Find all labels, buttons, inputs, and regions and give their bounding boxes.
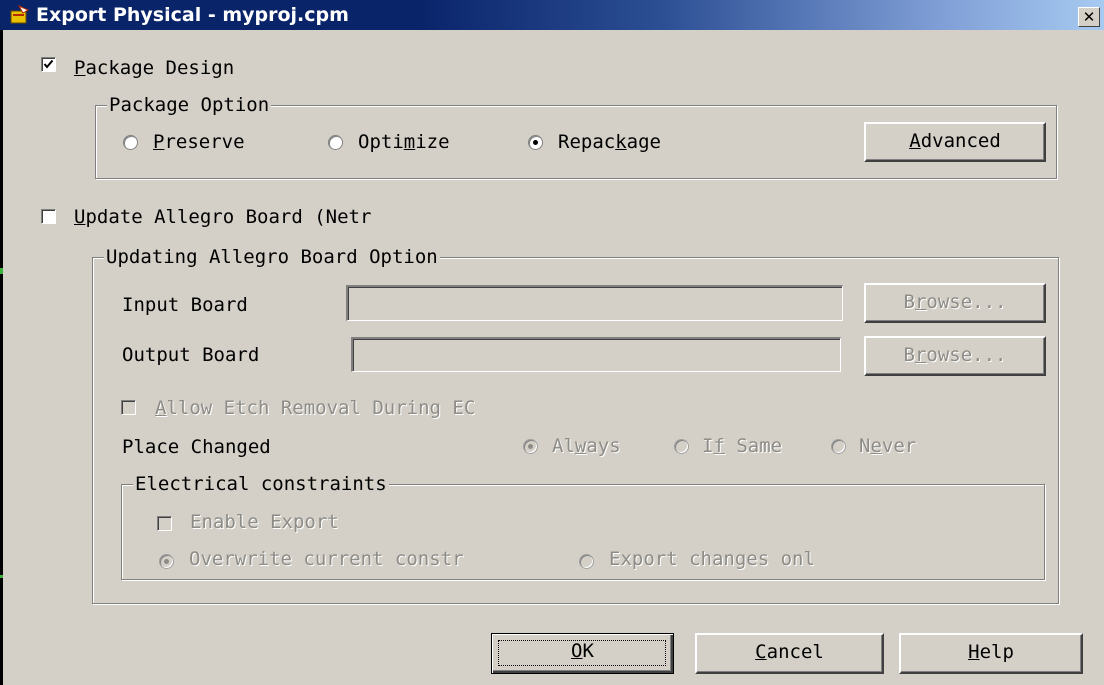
- advanced-button[interactable]: Advanced: [864, 122, 1046, 162]
- package-option-title: Package Option: [107, 94, 272, 116]
- focus-rect: [498, 640, 666, 666]
- place-never-radio[interactable]: [831, 439, 846, 454]
- edge-mark: [0, 575, 3, 578]
- package-design-checkbox[interactable]: [41, 57, 56, 72]
- place-never-label[interactable]: Never: [859, 434, 916, 458]
- close-button[interactable]: ✕: [1078, 7, 1100, 27]
- update-board-checkbox[interactable]: [41, 209, 56, 224]
- electrical-title: Electrical constraints: [133, 473, 389, 495]
- checkmark-icon: [43, 59, 54, 69]
- ok-button[interactable]: OK: [491, 633, 674, 674]
- preserve-label[interactable]: Preserve: [153, 130, 245, 154]
- edge-mark: [0, 268, 3, 274]
- window-title: Export Physical - myproj.cpm: [36, 4, 349, 26]
- input-board-browse-button[interactable]: Browse...: [864, 283, 1046, 323]
- update-board-label[interactable]: Update Allegro Board (Netr: [74, 205, 371, 229]
- place-changed-label: Place Changed: [122, 436, 271, 458]
- enable-export-label[interactable]: Enable Export: [190, 510, 339, 534]
- overwrite-radio[interactable]: [159, 554, 174, 569]
- output-board-label: Output Board: [122, 344, 260, 366]
- radio-dot: [164, 559, 169, 564]
- package-design-label[interactable]: Package Design: [74, 56, 234, 80]
- radio-dot: [533, 140, 538, 145]
- optimize-label[interactable]: Optimize: [358, 130, 450, 154]
- place-always-radio[interactable]: [523, 439, 538, 454]
- repackage-label[interactable]: Repackage: [558, 130, 661, 154]
- export-changes-radio[interactable]: [579, 554, 594, 569]
- optimize-radio[interactable]: [328, 135, 343, 150]
- board-option-title: Updating Allegro Board Option: [104, 246, 440, 268]
- enable-export-checkbox[interactable]: [157, 516, 172, 531]
- close-icon: ✕: [1082, 8, 1096, 26]
- cancel-button[interactable]: Cancel: [695, 633, 884, 674]
- output-board-field[interactable]: [351, 337, 841, 372]
- preserve-radio[interactable]: [123, 135, 138, 150]
- allow-etch-label[interactable]: Allow Etch Removal During EC: [155, 396, 475, 420]
- place-always-label[interactable]: Always: [552, 434, 621, 458]
- repackage-radio[interactable]: [528, 135, 543, 150]
- place-if-same-label[interactable]: If Same: [702, 434, 782, 458]
- overwrite-label[interactable]: Overwrite current constr: [189, 547, 464, 571]
- export-changes-label[interactable]: Export changes onl: [609, 547, 815, 571]
- app-icon: [10, 5, 30, 24]
- title-bar: Export Physical - myproj.cpm ✕: [0, 0, 1104, 30]
- radio-dot: [528, 444, 533, 449]
- window-edge: [0, 30, 3, 685]
- input-board-field[interactable]: [346, 285, 843, 321]
- output-board-browse-button[interactable]: Browse...: [864, 336, 1046, 376]
- allow-etch-checkbox[interactable]: [121, 400, 136, 415]
- place-if-same-radio[interactable]: [674, 439, 689, 454]
- help-button[interactable]: Help: [899, 633, 1083, 674]
- input-board-label: Input Board: [122, 294, 248, 316]
